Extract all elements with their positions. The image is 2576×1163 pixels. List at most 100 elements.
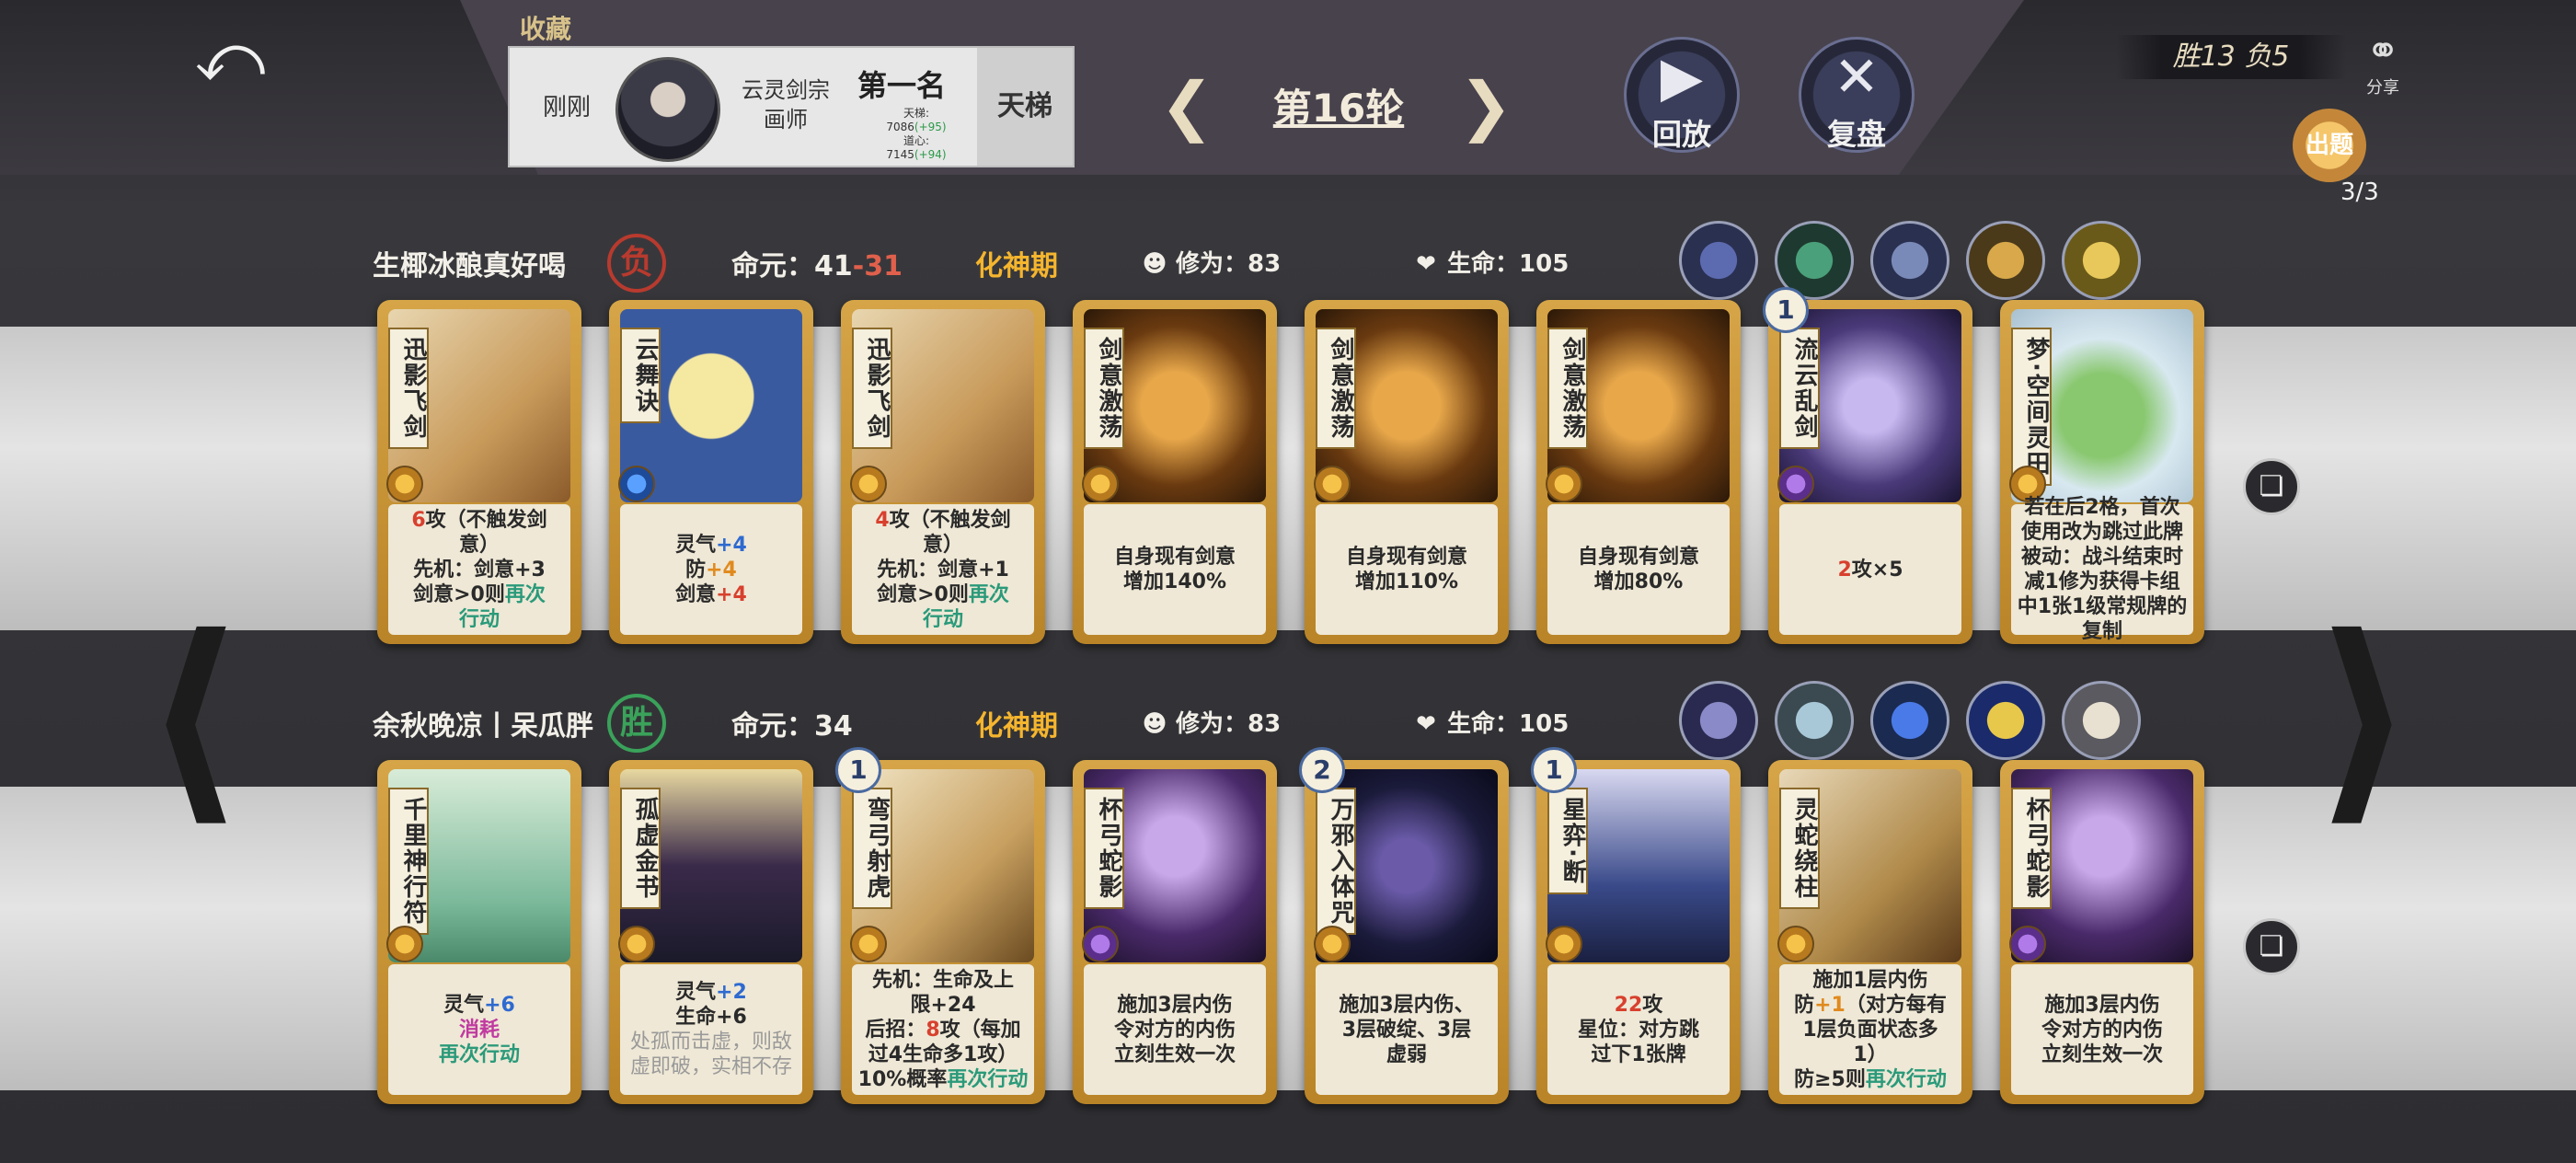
replay-button[interactable]: ▶ 回放 [1624, 37, 1740, 153]
card-level-badge: 1 [1531, 747, 1577, 793]
hp-value: 105 [1519, 710, 1570, 738]
card-text-segment: 先机：剑意+3 [413, 558, 546, 582]
card-text-segment: 行动 [458, 607, 500, 631]
card-description-line: 灵气+6 [388, 993, 570, 1018]
card-text-segment: 意） [458, 533, 500, 557]
card[interactable]: 弯弓射虎 1 先机：生命及上 限+24 后招：8攻（每加 过4生命多1攻） 10%概率再次行… [835, 747, 1045, 1104]
card-text-segment: 减1修为获得卡组 [2024, 570, 2180, 593]
share-button[interactable]: ⚭ 分享 [2351, 28, 2415, 101]
copy-deck-icon[interactable]: ❏ [2243, 458, 2300, 515]
card-gem-icon [850, 926, 887, 962]
round-title: 第16轮 [1272, 86, 1405, 131]
card-description-line: 再次行动 [388, 1042, 570, 1067]
card-text-segment: 2 [1837, 558, 1852, 582]
card[interactable]: 灵蛇绕柱 施加1层内伤 防+1（对方每有 1层负面状态多 1） 防≥5则再次行动 [1768, 760, 1972, 1104]
card-description-line: 虚弱 [1316, 1042, 1498, 1067]
card-text-segment: 处孤而击虚，则敌 [629, 1031, 792, 1054]
card-text-segment: 攻（不触发剑 [425, 508, 547, 532]
share-icon: ⚭ [2365, 28, 2400, 75]
sect-role: 画师 [764, 107, 808, 132]
card[interactable]: 云舞诀 灵气+4 防+4 剑意+4 [609, 300, 813, 644]
card[interactable]: 杯弓蛇影 施加3层内伤 令对方的内伤 立刻生效一次 [1073, 760, 1277, 1104]
relic-icon[interactable] [1775, 681, 1854, 760]
card-text-segment: 施加3层内伤 [2044, 993, 2160, 1017]
card-description-line: 2攻×5 [1779, 558, 1961, 582]
next-round-chevron-icon[interactable]: ❯ [1454, 74, 1518, 138]
card-description: 先机：生命及上 限+24 后招：8攻（每加 过4生命多1攻） 10%概率再次行动 [852, 964, 1034, 1095]
cultivation-label: 修为： [1176, 710, 1248, 738]
card-text-segment: 灵气 [443, 993, 485, 1017]
card-text-segment: 过4生命多1攻） [868, 1042, 1018, 1066]
card-text-segment: 再次 [504, 582, 546, 606]
collect-title: 收藏 [520, 14, 572, 44]
life-stat: 命元：34 [731, 703, 853, 743]
review-button[interactable]: ✕ 复盘 [1799, 37, 1915, 153]
prev-page-arrow-icon[interactable]: ⟨ [138, 598, 248, 837]
next-page-arrow-icon[interactable]: ⟩ [2309, 598, 2420, 837]
relic-icon[interactable] [1679, 681, 1758, 760]
relic-icon[interactable] [2062, 681, 2141, 760]
card[interactable]: 流云乱剑 1 2攻×5 [1763, 287, 1972, 644]
quiz-button[interactable]: 出题 3/3 [2274, 109, 2403, 210]
card-description-line: 灵气+2 [620, 980, 802, 1005]
card-text-segment: 8 [926, 1018, 940, 1042]
player-name: 余秋晚凉丨呆瓜胖 [373, 710, 593, 743]
card-description-line: 消耗 [388, 1018, 570, 1042]
card-description-line: 6攻（不触发剑 [388, 508, 570, 533]
relic-icon[interactable] [1870, 681, 1949, 760]
copy-deck-icon[interactable]: ❏ [2243, 918, 2300, 975]
share-label: 分享 [2366, 78, 2399, 98]
card-description: 施加1层内伤 防+1（对方每有 1层负面状态多 1） 防≥5则再次行动 [1779, 964, 1961, 1095]
relic-icon[interactable] [2062, 221, 2141, 300]
card[interactable]: 星弈·断 1 22攻 星位：对方跳 过下1张牌 [1531, 747, 1741, 1104]
cultivation-stat: ☻ 修为：83 [1141, 245, 1281, 279]
card-text-segment: 攻（不触发剑 [889, 508, 1011, 532]
card-description-line: 1） [1779, 1042, 1961, 1067]
card[interactable]: 剑意激荡 自身现有剑意 增加110% [1305, 300, 1509, 644]
card-description-line: 增加80% [1547, 570, 1730, 594]
card-text-segment: 剑意>0则 [413, 582, 505, 606]
hp-label: 生命： [1447, 710, 1520, 738]
relic-icon[interactable] [1679, 221, 1758, 300]
card[interactable]: 剑意激荡 自身现有剑意 增加140% [1073, 300, 1277, 644]
relic-icon[interactable] [1870, 221, 1949, 300]
cultivation-value: 83 [1248, 710, 1282, 738]
card-description-line: 星位：对方跳 [1547, 1018, 1730, 1042]
card[interactable]: 梦·空间灵田 若在后2格，首次 使用改为跳过此牌 被动：战斗结束时 减1修为获得卡组 中1… [2000, 300, 2204, 644]
prev-round-chevron-icon[interactable]: ❮ [1155, 74, 1219, 138]
card-text-segment: +2 [716, 981, 747, 1004]
card-description-line: 复制 [2011, 619, 2193, 644]
card-description-line: 增加140% [1084, 570, 1266, 594]
card[interactable]: 迅影飞剑 6攻（不触发剑 意） 先机：剑意+3 剑意>0则再次 行动 [377, 300, 581, 644]
card[interactable]: 千里神行符 灵气+6 消耗 再次行动 [377, 760, 581, 1104]
card-text-segment: 施加3层内伤 [1117, 993, 1233, 1017]
collect-entry[interactable]: 刚刚 云灵剑宗 画师 第一名 天梯: 7086(+95) 道心: 7145(+9… [508, 46, 1075, 167]
card-description-line: 自身现有剑意 [1547, 545, 1730, 570]
card-description: 6攻（不触发剑 意） 先机：剑意+3 剑意>0则再次 行动 [388, 504, 570, 635]
relic-icon[interactable] [1966, 221, 2045, 300]
card-text-segment: 1） [1853, 1042, 1888, 1066]
card[interactable]: 孤虚金书 灵气+2 生命+6 处孤而击虚，则敌 虚即破，实相不存 [609, 760, 813, 1104]
card-description-line: 22攻 [1547, 993, 1730, 1018]
card-text-segment: 立刻生效一次 [2041, 1042, 2163, 1066]
card[interactable]: 迅影飞剑 4攻（不触发剑 意） 先机：剑意+1 剑意>0则再次 行动 [841, 300, 1045, 644]
card-description-line: 先机：剑意+3 [388, 558, 570, 582]
card-description-line: 先机：生命及上 [852, 968, 1034, 993]
card-description-line: 剑意>0则再次 [852, 582, 1034, 607]
collect-scores: 天梯: 7086(+95) 道心: 7145(+94) [870, 107, 962, 162]
back-arrow-icon[interactable]: ⤺ [179, 20, 281, 94]
card-text-segment: +4 [716, 582, 747, 606]
card-description-line: 立刻生效一次 [1084, 1042, 1266, 1067]
card-title: 迅影飞剑 [852, 328, 892, 449]
card[interactable]: 剑意激荡 自身现有剑意 增加80% [1536, 300, 1741, 644]
relic-icon[interactable] [1966, 681, 2045, 760]
card-description-line: 后招：8攻（每加 [852, 1018, 1034, 1042]
card-description-line: 过4生命多1攻） [852, 1042, 1034, 1067]
card[interactable]: 万邪入体咒 2 施加3层内伤、 3层破绽、3层 虚弱 [1299, 747, 1509, 1104]
ladder-label: 天梯: [903, 107, 930, 120]
card-description: 施加3层内伤 令对方的内伤 立刻生效一次 [1084, 964, 1266, 1095]
realm-label: 化神期 [975, 250, 1058, 282]
card-title: 星弈·断 [1547, 788, 1588, 894]
card-text-segment: 增加140% [1123, 570, 1226, 593]
card[interactable]: 杯弓蛇影 施加3层内伤 令对方的内伤 立刻生效一次 [2000, 760, 2204, 1104]
